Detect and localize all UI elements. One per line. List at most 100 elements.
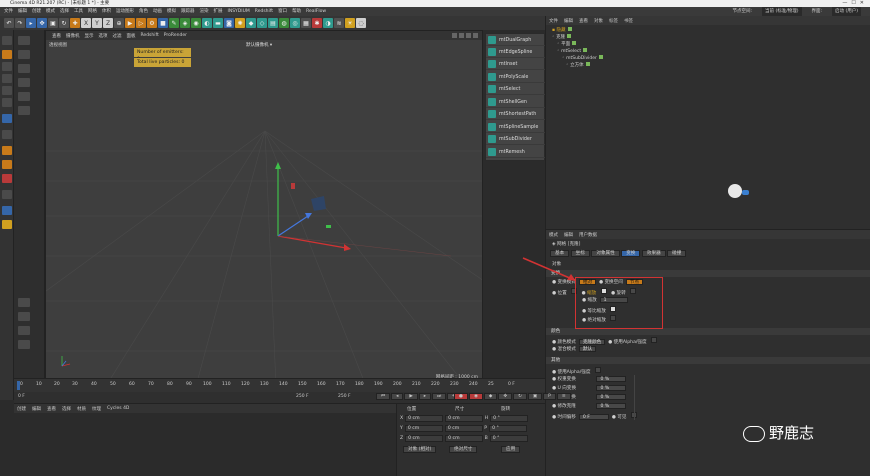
- subdivision-icon[interactable]: ◈: [180, 18, 190, 28]
- grid-icon[interactable]: ▦: [301, 18, 311, 28]
- key-pos-icon[interactable]: ✥: [498, 393, 513, 400]
- mm-menu-edit[interactable]: 编辑: [32, 406, 41, 412]
- menu-mograph[interactable]: 运动图形: [116, 7, 134, 16]
- goto-start-icon[interactable]: ⏮: [376, 393, 391, 400]
- floor-icon[interactable]: ▬: [213, 18, 223, 28]
- mm-menu-view[interactable]: 查看: [47, 406, 56, 412]
- workplane-icon[interactable]: [2, 146, 12, 155]
- cube-icon[interactable]: ■: [158, 18, 168, 28]
- mtplugin-icon-4[interactable]: ◍: [279, 18, 289, 28]
- end-frame-1[interactable]: 250 F: [296, 394, 309, 399]
- menu-item-mtshellgen[interactable]: mtShellGen: [486, 97, 546, 108]
- deformer-icon[interactable]: ◐: [202, 18, 212, 28]
- weight-input[interactable]: 0 %: [596, 376, 627, 382]
- menu-item-mtdualgraph[interactable]: mtDualGraph: [486, 35, 546, 46]
- menu-item-mtshortestpath[interactable]: mtShortestPath: [486, 109, 546, 120]
- pos-x-input[interactable]: 0 cm: [405, 415, 444, 422]
- menu-extensions[interactable]: 扩展: [214, 7, 223, 16]
- coord-size-mode-dropdown[interactable]: 绝对尺寸: [449, 446, 478, 453]
- menu-volume[interactable]: 体积: [102, 7, 111, 16]
- menu-render[interactable]: 渲染: [200, 7, 209, 16]
- render-settings-icon[interactable]: ⚙: [147, 18, 157, 28]
- start-frame[interactable]: 0 F: [18, 394, 25, 399]
- object-row[interactable]: ◦ 克隆: [552, 34, 572, 40]
- menu-item-mtsplinesample[interactable]: mtSplineSample: [486, 122, 546, 133]
- render-picture-viewer-icon[interactable]: ▷: [136, 18, 146, 28]
- camera-icon[interactable]: ◙: [224, 18, 234, 28]
- quantize-icon[interactable]: [2, 160, 12, 169]
- model-mode-icon[interactable]: [2, 50, 12, 59]
- timeline-ruler[interactable]: 0 10 20 30 40 50 60 70 80 90 100 110 120…: [14, 378, 545, 392]
- menu-tools[interactable]: 工具: [74, 7, 83, 16]
- select-tool-icon[interactable]: ▸: [26, 18, 36, 28]
- edges-mode-icon[interactable]: [2, 86, 12, 95]
- menu-item-mtremesh[interactable]: mtRemesh: [486, 147, 546, 158]
- end-frame-2[interactable]: 250 F: [338, 394, 351, 399]
- menu-redshift[interactable]: Redshift: [255, 7, 273, 16]
- menu-mode[interactable]: 模式: [46, 7, 55, 16]
- misc-icon[interactable]: ◌: [356, 18, 366, 28]
- axis-mode-icon[interactable]: [2, 114, 12, 123]
- mm-menu-create[interactable]: 创建: [17, 406, 26, 412]
- extrude-tool-icon[interactable]: [18, 92, 30, 101]
- mm-menu-material[interactable]: 材质: [77, 406, 86, 412]
- z-axis-icon[interactable]: Z: [103, 18, 113, 28]
- rot-p-input[interactable]: 0 °: [489, 425, 528, 432]
- sidebar-tool-icon-4[interactable]: [18, 340, 30, 349]
- play-icon[interactable]: ▶: [404, 393, 418, 400]
- tab-effectors[interactable]: 效果器: [641, 250, 666, 257]
- am-menu-edit[interactable]: 编辑: [564, 232, 573, 238]
- points-mode-icon[interactable]: [2, 74, 12, 83]
- menu-insydium[interactable]: INSYDIUM: [228, 7, 250, 16]
- coord-apply-button[interactable]: 应用: [501, 446, 521, 453]
- next-frame-icon[interactable]: ▸: [418, 393, 432, 400]
- redo-icon[interactable]: ↷: [15, 18, 25, 28]
- uv-icon[interactable]: [2, 220, 12, 229]
- mm-menu-cycles[interactable]: Cycles 4D: [107, 406, 129, 411]
- v-trans-input[interactable]: 0 %: [596, 394, 627, 400]
- other-alpha-checkbox[interactable]: [594, 367, 601, 373]
- node-space-dropdown[interactable]: 当前 (标准/物理): [762, 7, 802, 16]
- brush-tool-icon[interactable]: [18, 50, 30, 59]
- recent-tool-icon[interactable]: ✚: [70, 18, 80, 28]
- object-row[interactable]: ◦ 平面: [557, 41, 577, 47]
- blend-mode-dropdown[interactable]: 默认: [578, 346, 597, 352]
- section-transform[interactable]: 变换: [546, 270, 870, 277]
- undo-icon[interactable]: ↶: [4, 18, 14, 28]
- menu-item-mtselect[interactable]: mtSelect: [486, 84, 546, 95]
- menu-mesh[interactable]: 网格: [88, 7, 97, 16]
- object-row[interactable]: ▪ 隐藏: [552, 27, 572, 33]
- realflow-icon[interactable]: ≋: [334, 18, 344, 28]
- y-axis-icon[interactable]: Y: [92, 18, 102, 28]
- om-menu-bookmarks[interactable]: 书签: [624, 18, 633, 24]
- layout-dropdown[interactable]: 启动 (用户): [832, 7, 861, 16]
- om-menu-object[interactable]: 对象: [594, 18, 603, 24]
- x-axis-icon[interactable]: X: [81, 18, 91, 28]
- texture-mode-icon[interactable]: [2, 62, 12, 71]
- mtplugin-icon-3[interactable]: ▤: [268, 18, 278, 28]
- paint-tool-icon[interactable]: [18, 36, 30, 45]
- tab-transform[interactable]: 变换: [621, 250, 641, 257]
- menu-tracker[interactable]: 跟踪器: [181, 7, 195, 16]
- rotate-tool-icon[interactable]: ↻: [59, 18, 69, 28]
- section-color[interactable]: 颜色: [546, 328, 870, 335]
- camera-dropdown[interactable]: 默认摄像机 ▾: [246, 42, 272, 48]
- menu-item-mtinset[interactable]: mtInset: [486, 59, 546, 70]
- window-controls[interactable]: —☐✕: [842, 0, 868, 7]
- time-offset-input[interactable]: 0 F: [578, 414, 609, 420]
- perspective-viewport[interactable]: 查看 摄像机 显示 选项 过滤 面板 Redshift ProRender 透视…: [45, 30, 483, 385]
- make-editable-icon[interactable]: [2, 36, 12, 45]
- menu-animate[interactable]: 动画: [153, 7, 162, 16]
- lock-icon[interactable]: [2, 174, 12, 183]
- knife-tool-icon[interactable]: [18, 64, 30, 73]
- mtplugin-icon-5[interactable]: ◎: [290, 18, 300, 28]
- keyframe-icon[interactable]: ◆: [483, 393, 498, 400]
- om-menu-edit[interactable]: 编辑: [564, 18, 573, 24]
- light-icon[interactable]: ✺: [235, 18, 245, 28]
- size-y-input[interactable]: 0 cm: [444, 425, 483, 432]
- bevel-tool-icon[interactable]: [18, 78, 30, 87]
- mm-menu-texture[interactable]: 纹理: [92, 406, 101, 412]
- mtplugin-icon-1[interactable]: ◆: [246, 18, 256, 28]
- menu-simulate[interactable]: 模拟: [167, 7, 176, 16]
- pos-z-input[interactable]: 0 cm: [405, 435, 444, 442]
